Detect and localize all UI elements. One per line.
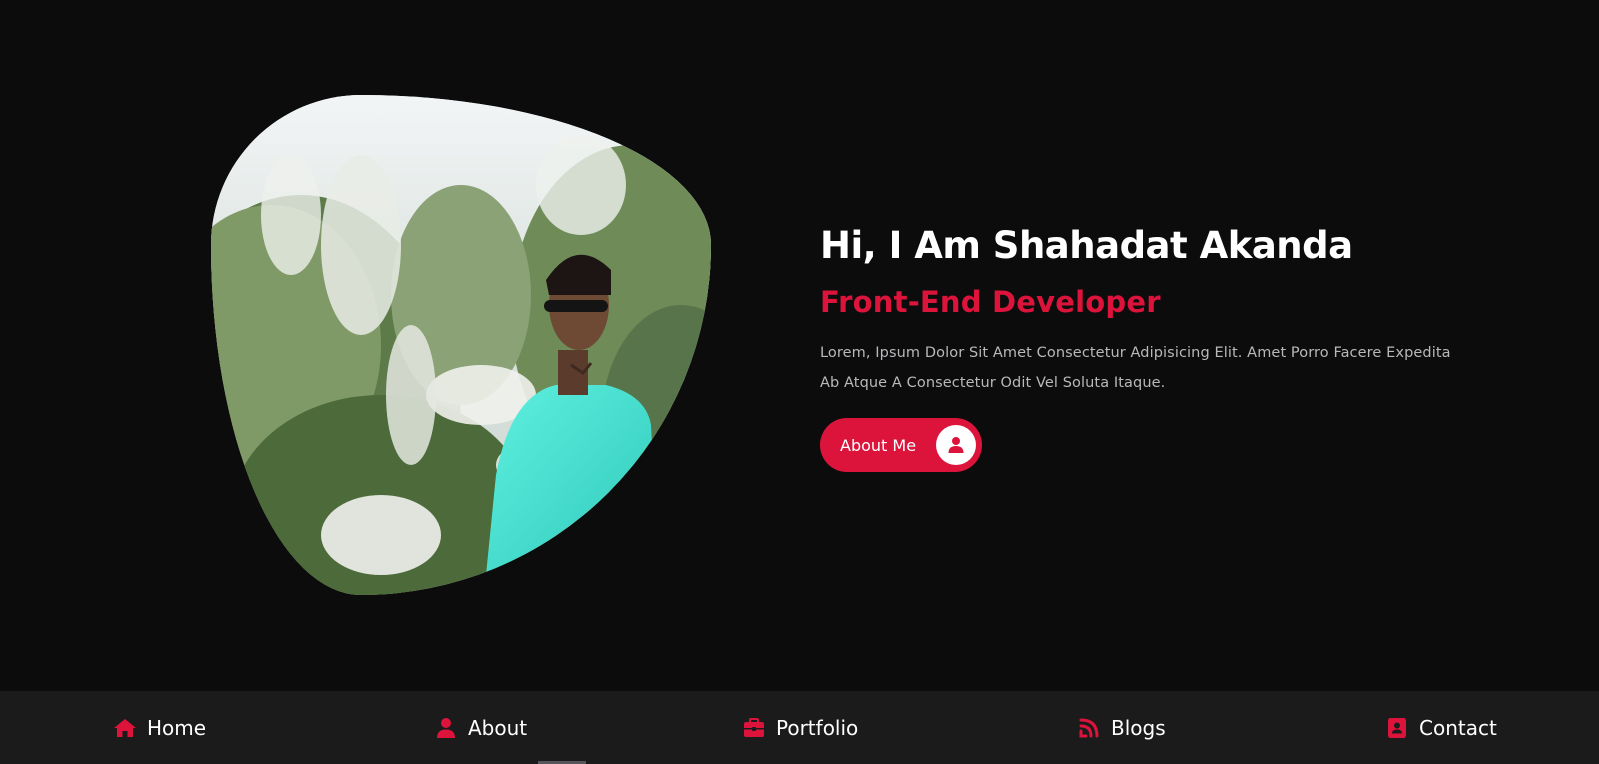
- profile-photo: [211, 95, 711, 595]
- nav-item-blogs[interactable]: Blogs: [1077, 691, 1166, 764]
- nav-item-label: Blogs: [1111, 715, 1166, 740]
- hero-content: Hi, I Am Shahadat Akanda Front-End Devel…: [820, 218, 1480, 472]
- nav-item-label: About: [468, 715, 528, 740]
- nav-item-label: Home: [147, 715, 207, 740]
- blog-icon: [1077, 716, 1101, 740]
- page: Hi, I Am Shahadat Akanda Front-End Devel…: [0, 0, 1599, 764]
- contact-book-icon: [1385, 716, 1409, 740]
- hero-title: Hi, I Am Shahadat Akanda: [820, 224, 1353, 267]
- briefcase-icon: [742, 716, 766, 740]
- nav-item-contact[interactable]: Contact: [1385, 691, 1497, 764]
- profile-photo-image: [211, 95, 711, 595]
- nav-item-label: Portfolio: [776, 715, 859, 740]
- nav-item-portfolio[interactable]: Portfolio: [742, 691, 858, 764]
- nav-item-home[interactable]: Home: [113, 691, 206, 764]
- user-icon: [936, 425, 976, 465]
- bottom-nav: Home About Portfolio Blogs Contact: [0, 691, 1599, 764]
- about-me-button[interactable]: About Me: [820, 418, 982, 472]
- nav-item-about[interactable]: About: [434, 691, 527, 764]
- user-icon: [434, 716, 458, 740]
- home-icon: [113, 716, 137, 740]
- about-me-button-label: About Me: [840, 435, 917, 455]
- hero-description: Lorem, Ipsum Dolor Sit Amet Consectetur …: [820, 345, 1451, 391]
- nav-item-label: Contact: [1419, 715, 1497, 740]
- hero-subtitle: Front-End Developer: [820, 285, 1161, 319]
